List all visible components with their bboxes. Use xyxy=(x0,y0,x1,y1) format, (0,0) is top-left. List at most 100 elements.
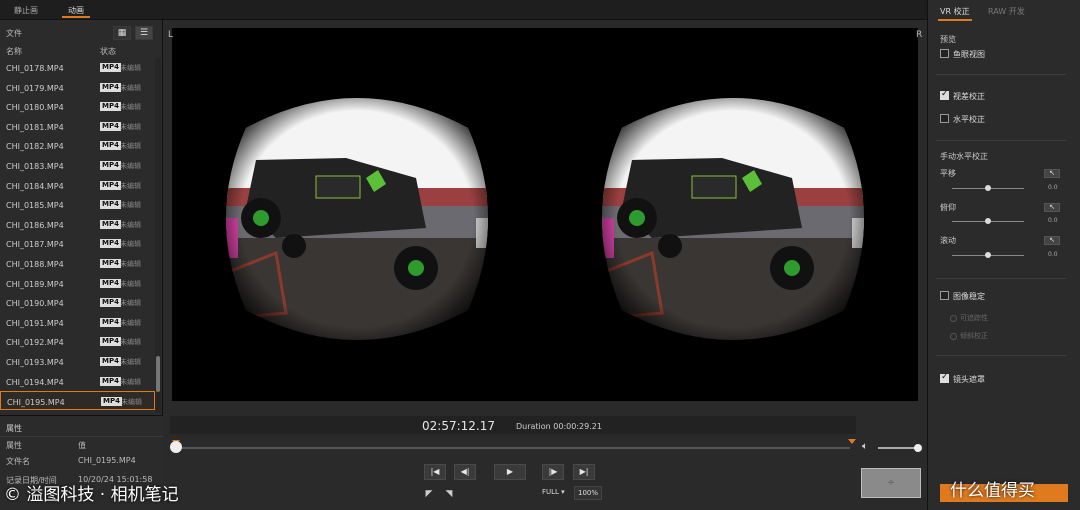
previous-frame-button[interactable]: ◀| xyxy=(454,464,476,480)
playhead-knob[interactable] xyxy=(170,441,182,453)
go-to-start-button[interactable]: |◀ xyxy=(424,464,446,480)
volume-slider[interactable] xyxy=(878,447,918,449)
column-name[interactable]: 名称 xyxy=(6,46,22,57)
file-status: 未编辑 xyxy=(120,279,141,288)
file-name: CHI_0178.MP4 xyxy=(6,64,64,73)
file-type-badge: MP4 xyxy=(101,397,122,407)
manual-level-label: 手动水平校正 xyxy=(940,152,988,161)
file-status: 未编辑 xyxy=(120,377,141,386)
file-list-header: 名称 状态 xyxy=(0,44,155,58)
file-row[interactable]: CHI_0188.MP4 MP4 未编辑 xyxy=(0,254,155,273)
left-eye-view xyxy=(216,88,498,350)
divider xyxy=(936,140,1066,141)
pan-slider-knob[interactable] xyxy=(985,185,991,191)
file-row[interactable]: CHI_0187.MP4 MP4 未编辑 xyxy=(0,234,155,253)
file-status: 未编辑 xyxy=(120,260,141,268)
file-name: CHI_0192.MP4 xyxy=(6,338,64,348)
next-frame-button[interactable]: |▶ xyxy=(542,464,564,480)
file-row[interactable]: CHI_0195.MP4 MP4 未编辑 xyxy=(0,391,155,411)
file-status: 未编辑 xyxy=(120,220,141,229)
file-row[interactable]: CHI_0183.MP4 MP4 未编辑 xyxy=(0,156,155,175)
file-type-badge: MP4 xyxy=(100,259,121,268)
file-row[interactable]: CHI_0182.MP4 MP4 未编辑 xyxy=(0,136,155,155)
resolution-select[interactable]: FULL ▾ xyxy=(542,488,565,496)
property-value: CHI_0195.MP4 xyxy=(78,456,136,465)
tab-raw-development[interactable]: RAW 开发 xyxy=(986,6,1027,19)
tab-vr-correction[interactable]: VR 校正 xyxy=(938,6,972,21)
file-list-scrollbar[interactable] xyxy=(155,58,161,413)
file-row[interactable]: CHI_0191.MP4 MP4 未编辑 xyxy=(0,313,155,332)
radio-dot[interactable] xyxy=(950,314,957,322)
vr-preview[interactable]: L R xyxy=(168,28,922,401)
file-panel-header: 文件 ▦ ☰ xyxy=(0,24,163,42)
file-status: 未编辑 xyxy=(120,64,141,72)
file-name: CHI_0186.MP4 xyxy=(6,220,64,230)
file-row[interactable]: CHI_0179.MP4 MP4 未编辑 xyxy=(0,78,155,97)
file-row[interactable]: CHI_0194.MP4 MP4 未编辑 xyxy=(0,372,155,391)
file-type-badge: MP4 xyxy=(100,121,121,131)
properties-key-header: 属性 xyxy=(6,441,22,450)
file-row[interactable]: CHI_0192.MP4 MP4 未编辑 xyxy=(0,332,155,351)
tilt-slider-knob[interactable] xyxy=(985,218,991,224)
tab-movie[interactable]: 动画 xyxy=(62,4,90,18)
file-row[interactable]: CHI_0180.MP4 MP4 未编辑 xyxy=(0,97,155,116)
tilt-label: 俯仰 xyxy=(940,203,956,212)
image-stabilization-checkbox[interactable]: 图像稳定 xyxy=(940,290,1050,302)
out-point-marker[interactable] xyxy=(848,439,856,444)
property-key: 文件名 xyxy=(6,457,30,466)
file-status: 未编辑 xyxy=(120,299,141,308)
file-row[interactable]: CHI_0185.MP4 MP4 未编辑 xyxy=(0,195,155,214)
file-row[interactable]: CHI_0181.MP4 MP4 未编辑 xyxy=(0,117,155,136)
timeline-track[interactable] xyxy=(172,439,856,449)
play-button[interactable]: ▶ xyxy=(494,464,526,480)
set-out-point-button[interactable]: ◥ xyxy=(444,488,454,500)
stabilize-option-traceability[interactable]: 可追踪性 xyxy=(950,313,988,323)
pan-label: 平移 xyxy=(940,169,956,178)
checkbox-label: 水平校正 xyxy=(953,115,985,124)
lens-mask-checkbox[interactable]: 镜头遮罩 xyxy=(940,372,1050,385)
roll-slider-knob[interactable] xyxy=(985,252,991,258)
property-row-filename: 文件名 CHI_0195.MP4 xyxy=(0,452,163,468)
file-row[interactable]: CHI_0190.MP4 MP4 未编辑 xyxy=(0,293,155,312)
checkbox-box[interactable] xyxy=(940,89,949,100)
parallax-correction-checkbox[interactable]: 视差校正 xyxy=(940,89,1050,102)
file-row[interactable]: CHI_0184.MP4 MP4 未编辑 xyxy=(0,176,155,195)
tab-still-image[interactable]: 静止画 xyxy=(8,4,44,18)
roll-value: 0.0 xyxy=(1048,251,1058,258)
grid-view-button[interactable]: ▦ xyxy=(113,26,131,40)
file-name: CHI_0183.MP4 xyxy=(6,162,64,171)
checkbox-box[interactable] xyxy=(940,291,949,300)
checkbox-box[interactable] xyxy=(940,114,949,123)
checkbox-box[interactable] xyxy=(940,49,949,58)
file-type-badge: MP4 xyxy=(100,298,121,308)
stabilize-option-tilt-correction[interactable]: 倾斜校正 xyxy=(950,331,988,341)
radio-dot[interactable] xyxy=(950,332,957,340)
checkbox-box[interactable] xyxy=(940,372,949,383)
pan-reset-button[interactable]: ↖ xyxy=(1044,169,1060,178)
scrollbar-thumb[interactable] xyxy=(156,356,160,392)
list-view-button[interactable]: ☰ xyxy=(135,26,153,40)
file-status: 未编辑 xyxy=(120,83,141,92)
watermark-site: 什么值得买 xyxy=(950,481,1035,501)
file-row[interactable]: CHI_0178.MP4 MP4 未编辑 xyxy=(0,58,155,77)
horizontal-correction-checkbox[interactable]: 水平校正 xyxy=(940,113,1050,125)
go-to-end-button[interactable]: ▶| xyxy=(573,464,595,480)
duration-label: Duration 00:00:29.21 xyxy=(516,422,602,431)
volume-knob[interactable] xyxy=(914,444,922,452)
file-type-badge: MP4 xyxy=(100,102,121,112)
fisheye-view-checkbox[interactable]: 鱼眼视图 xyxy=(940,48,1050,60)
volume-icon[interactable]: 🔈︎ xyxy=(862,441,868,452)
roll-reset-button[interactable]: ↖ xyxy=(1044,236,1060,245)
column-status[interactable]: 状态 xyxy=(100,46,116,57)
transport-action-button[interactable]: ÷ xyxy=(861,468,921,498)
file-row[interactable]: CHI_0189.MP4 MP4 未编辑 xyxy=(0,274,155,293)
file-row[interactable]: CHI_0186.MP4 MP4 未编辑 xyxy=(0,215,155,234)
zoom-level[interactable]: 100% xyxy=(574,486,602,500)
tilt-reset-button[interactable]: ↖ xyxy=(1044,203,1060,212)
file-row[interactable]: CHI_0193.MP4 MP4 未编辑 xyxy=(0,352,155,371)
file-type-badge: MP4 xyxy=(100,82,121,92)
current-timecode: 02:57:12.17 xyxy=(422,419,495,433)
file-type-badge: MP4 xyxy=(100,317,121,327)
right-eye-view xyxy=(592,88,874,350)
set-in-point-button[interactable]: ◤ xyxy=(424,488,434,500)
